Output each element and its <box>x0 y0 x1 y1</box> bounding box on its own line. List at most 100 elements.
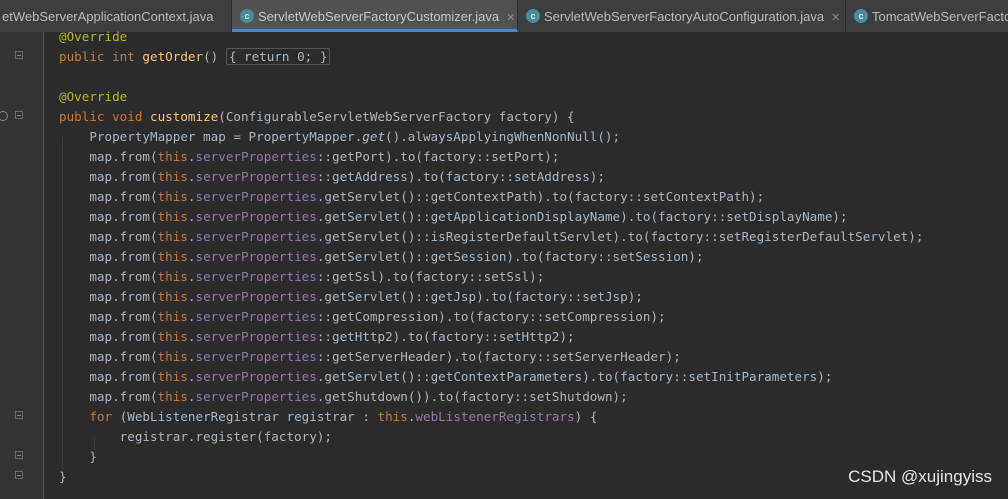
code-token: ::getCompression).to(factory::setCompres… <box>316 309 666 324</box>
close-icon[interactable]: ✕ <box>506 12 515 24</box>
code-line: PropertyMapper map = PropertyMapper.get(… <box>59 127 923 147</box>
editor-tab-label: ServletWebServerFactoryCustomizer.java <box>258 9 500 24</box>
code-line: @Override <box>59 27 923 47</box>
code-token: map.from( <box>59 309 158 324</box>
code-token: get <box>362 129 386 144</box>
code-token: . <box>187 189 196 204</box>
code-token: map.from( <box>59 169 158 184</box>
code-token: .getServlet()::getContextParameters).to(… <box>316 369 833 384</box>
code-token: serverProperties <box>195 249 317 264</box>
code-token: .getShutdown()).to(factory::setShutdown)… <box>316 389 628 404</box>
code-token: serverProperties <box>195 169 317 184</box>
code-token: map.from( <box>59 209 158 224</box>
code-line: @Override <box>59 87 923 107</box>
code-token: @Override <box>59 89 128 104</box>
code-token: serverProperties <box>195 389 317 404</box>
code-token: . <box>187 269 196 284</box>
code-line: map.from(this.serverProperties::getServe… <box>59 347 923 367</box>
code-token: . <box>187 209 196 224</box>
code-token: .getServlet()::getJsp).to(factory::setJs… <box>316 289 643 304</box>
code-token: this <box>157 329 188 344</box>
code-token: .getServlet()::getSession).to(factory::s… <box>316 249 704 264</box>
code-token: this <box>157 309 188 324</box>
code-line: map.from(this.serverProperties.getServle… <box>59 247 923 267</box>
code-token: map.from( <box>59 369 158 384</box>
code-line: map.from(this.serverProperties::getHttp2… <box>59 327 923 347</box>
code-token: map.from( <box>59 269 158 284</box>
code-token: . <box>187 349 196 364</box>
fold-marker-icon[interactable] <box>15 111 23 119</box>
code-line: map.from(this.serverProperties.getServle… <box>59 227 923 247</box>
code-token: this <box>157 229 188 244</box>
fold-marker-icon[interactable] <box>15 451 23 459</box>
fold-marker-icon[interactable] <box>15 471 23 479</box>
code-token: this <box>157 189 188 204</box>
code-token: ::getSsl).to(factory::setSsl); <box>316 269 545 284</box>
code-token: ::getServerHeader).to(factory::setServer… <box>316 349 681 364</box>
code-token: } <box>59 469 67 484</box>
code-token: this <box>157 249 188 264</box>
code-line: map.from(this.serverProperties.getServle… <box>59 207 923 227</box>
fold-marker-icon[interactable] <box>15 51 23 59</box>
code-token: this <box>157 349 188 364</box>
code-token: . <box>187 249 196 264</box>
code-line: public void customize(ConfigurableServle… <box>59 107 923 127</box>
code-token: } <box>59 449 97 464</box>
code-token: ) { <box>574 409 598 424</box>
code-token: map.from( <box>59 229 158 244</box>
code-line: map.from(this.serverProperties.getServle… <box>59 287 923 307</box>
code-token: . <box>187 289 196 304</box>
code-token: this <box>157 169 188 184</box>
code-line: } <box>59 467 923 487</box>
code-token: webListenerRegistrars <box>415 409 575 424</box>
code-line: map.from(this.serverProperties::getCompr… <box>59 307 923 327</box>
code-token: public void <box>59 109 150 124</box>
code-editor[interactable]: @Override public int getOrder() { return … <box>0 29 1008 499</box>
code-token: map.from( <box>59 249 158 264</box>
code-line: map.from(this.serverProperties.getServle… <box>59 187 923 207</box>
code-token: ::getHttp2).to(factory::setHttp2); <box>316 329 575 344</box>
code-token: serverProperties <box>195 369 317 384</box>
code-token: this <box>157 269 188 284</box>
code-token: this <box>157 289 188 304</box>
code-line: map.from(this.serverProperties::getSsl).… <box>59 267 923 287</box>
code-token: this <box>377 409 408 424</box>
code-token: ::getPort).to(factory::setPort); <box>316 149 560 164</box>
code-token: this <box>157 209 188 224</box>
fold-marker-icon[interactable] <box>15 411 23 419</box>
code-token: ::getAddress).to(factory::setAddress); <box>316 169 605 184</box>
code-token: map.from( <box>59 349 158 364</box>
implements-gutter-icon[interactable] <box>0 111 8 121</box>
code-area[interactable]: @Override public int getOrder() { return … <box>59 27 923 487</box>
code-token: serverProperties <box>195 309 317 324</box>
code-token: serverProperties <box>195 209 317 224</box>
line-gutter <box>0 32 44 499</box>
code-token: serverProperties <box>195 189 317 204</box>
code-token: . <box>187 229 196 244</box>
code-token: serverProperties <box>195 349 317 364</box>
watermark: CSDN @xujingyiss <box>848 467 992 486</box>
code-token: . <box>187 329 196 344</box>
editor-tab-label: etWebServerApplicationContext.java <box>2 9 214 24</box>
code-line: for (WebListenerRegistrar registrar : th… <box>59 407 923 427</box>
code-token: registrar.register(factory); <box>59 429 332 444</box>
code-token: map.from( <box>59 189 158 204</box>
code-token: () <box>203 49 226 64</box>
code-token: public int <box>59 49 143 64</box>
code-token: .getServlet()::isRegisterDefaultServlet)… <box>316 229 924 244</box>
code-token: this <box>157 369 188 384</box>
code-token: ().alwaysApplyingWhenNonNull(); <box>385 129 621 144</box>
code-token: getOrder <box>142 49 204 64</box>
code-line: map.from(this.serverProperties::getPort)… <box>59 147 923 167</box>
code-token: this <box>157 149 188 164</box>
code-token: . <box>187 309 196 324</box>
code-token: serverProperties <box>195 329 317 344</box>
code-token: @Override <box>59 29 128 44</box>
editor-tab-label: TomcatWebServerFactoryCustomizer.java <box>872 9 1008 24</box>
close-icon[interactable]: ✕ <box>831 12 840 24</box>
editor-tab-label: ServletWebServerFactoryAutoConfiguration… <box>544 9 825 24</box>
code-token: .getServlet()::getApplicationDisplayName… <box>316 209 848 224</box>
code-token: this <box>157 389 188 404</box>
code-token: . <box>187 149 196 164</box>
code-token: PropertyMapper map = PropertyMapper. <box>59 129 363 144</box>
